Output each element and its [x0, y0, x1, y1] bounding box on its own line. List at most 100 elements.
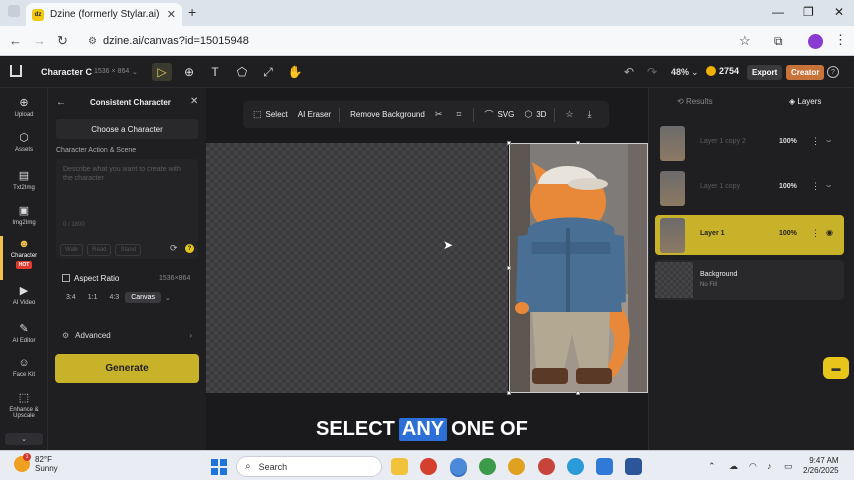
hidden-eye-icon[interactable]: ⌣ [826, 136, 831, 146]
new-tab-button[interactable]: + [188, 4, 196, 20]
more-options-icon[interactable]: ⋮ [811, 228, 820, 239]
close-window-button[interactable]: ✕ [834, 5, 844, 19]
text-tool-icon[interactable]: T [205, 63, 225, 81]
site-info-icon[interactable]: ⚙ [88, 36, 97, 47]
back-button[interactable]: ← [9, 33, 22, 48]
app-icon[interactable] [596, 458, 613, 475]
resize-handle[interactable] [507, 266, 511, 270]
rail-upload[interactable]: ⊕ Upload [0, 96, 48, 118]
help-icon[interactable]: ? [827, 66, 839, 78]
ai-eraser-tool[interactable]: AI Eraser [298, 110, 331, 119]
generate-button[interactable]: Generate [55, 354, 199, 383]
forward-button[interactable]: → [33, 33, 46, 48]
zoom-chevron-icon[interactable]: ⌄ [691, 67, 699, 78]
home-icon[interactable] [10, 65, 22, 77]
reload-button[interactable]: ↻ [57, 33, 68, 49]
battery-icon[interactable]: ▭ [784, 461, 793, 472]
windows-start-icon[interactable] [211, 459, 227, 475]
profile-avatar[interactable] [808, 34, 823, 49]
cloud-icon[interactable]: ☁ [729, 461, 738, 472]
export-button[interactable]: Export [747, 65, 783, 80]
advanced-row[interactable]: ⚙ Advanced › [56, 326, 198, 344]
help-icon[interactable]: ? [185, 244, 194, 253]
ratio-3-4[interactable]: 3:4 [60, 292, 82, 303]
extensions-icon[interactable]: ⧉ [774, 34, 783, 49]
upload-tool-icon[interactable]: ⊕ [179, 63, 199, 81]
cat-character-image[interactable] [509, 143, 648, 393]
chrome-profile-4-icon[interactable] [538, 458, 555, 475]
redo-icon[interactable]: ↷ [647, 65, 657, 79]
chat-support-icon[interactable]: ▬ [823, 357, 849, 379]
project-name[interactable]: Character C [41, 67, 92, 77]
chrome-profile-icon[interactable] [450, 458, 467, 475]
ratio-canvas[interactable]: Canvas [125, 292, 161, 303]
star-icon[interactable]: ☆ [565, 109, 577, 120]
chip-stand[interactable]: Stand [115, 244, 142, 256]
resize-handle[interactable] [576, 391, 580, 395]
ratio-4-3[interactable]: 4:3 [103, 292, 125, 303]
rail-character[interactable]: ☻ Character HOT [0, 238, 48, 269]
undo-icon[interactable]: ↶ [624, 65, 634, 79]
ratio-1-1[interactable]: 1:1 [82, 292, 104, 303]
shape-tool-icon[interactable]: ⬠ [232, 63, 252, 81]
layer-opacity[interactable]: 100% [779, 183, 797, 190]
resize-tool-icon[interactable]: ⤢ [258, 63, 278, 81]
close-icon[interactable]: ✕ [190, 96, 198, 107]
move-tool-icon[interactable]: ▷ [152, 63, 172, 81]
chrome-profile-2-icon[interactable] [479, 458, 496, 475]
rail-more-button[interactable]: ⌄ [5, 433, 43, 445]
svg-tool[interactable]: ⌒ SVG [484, 108, 514, 121]
ratio-chevron-icon[interactable]: ⌄ [165, 294, 171, 302]
chevron-down-icon[interactable]: ⌄ [132, 68, 138, 76]
3d-tool[interactable]: ⬡ 3D [524, 109, 546, 120]
file-explorer-icon[interactable] [391, 458, 408, 475]
scissors-icon[interactable]: ✂ [435, 109, 447, 120]
transparent-canvas[interactable] [206, 143, 508, 393]
telegram-icon[interactable] [567, 458, 584, 475]
chip-walk[interactable]: Walk [60, 244, 84, 256]
credits-counter[interactable]: 2754 [706, 66, 739, 76]
rail-enhance[interactable]: ⬚ Enhance & Upscale [0, 391, 48, 419]
resize-handle[interactable] [576, 141, 580, 145]
maximize-button[interactable]: ❐ [803, 5, 814, 19]
close-tab-icon[interactable]: ✕ [167, 8, 176, 21]
wifi-icon[interactable]: ◠ [749, 461, 757, 472]
layer-row[interactable]: Layer 1 copy 2 100% ⋮ ⌣ [655, 123, 844, 163]
tab-menu-icon[interactable] [8, 5, 20, 17]
back-arrow-icon[interactable]: ← [56, 97, 66, 108]
chrome-profile-3-icon[interactable] [508, 458, 525, 475]
word-icon[interactable] [625, 458, 642, 475]
choose-character-button[interactable]: Choose a Character [56, 119, 198, 139]
weather-widget[interactable]: 1 82°F Sunny [14, 453, 58, 473]
browser-menu-icon[interactable]: ⋮ [834, 32, 847, 48]
layer-opacity[interactable]: 100% [779, 138, 797, 145]
creator-button[interactable]: Creator [786, 65, 825, 80]
tab-layers[interactable]: ◈ Layers [789, 97, 821, 106]
resize-handle[interactable] [507, 391, 511, 395]
crop-icon[interactable]: ⌗ [456, 109, 465, 120]
browser-tab[interactable]: dz Dzine (formerly Stylar.ai) - The ✕ [26, 3, 182, 26]
layer-row-selected[interactable]: Layer 1 100% ⋮ ◉ [655, 215, 844, 255]
layer-row[interactable]: Layer 1 copy 100% ⋮ ⌣ [655, 168, 844, 208]
hidden-eye-icon[interactable]: ⌣ [826, 181, 831, 191]
taskbar-clock[interactable]: 9:47 AM 2/26/2025 [803, 456, 839, 476]
resize-handle[interactable] [507, 141, 511, 145]
remove-background-tool[interactable]: Remove Background [350, 110, 425, 119]
bookmark-star-icon[interactable]: ☆ [739, 33, 751, 49]
rail-txt2img[interactable]: ▤ Txt2Img [0, 169, 48, 191]
taskbar-search[interactable]: ⌕ Search [236, 456, 382, 477]
layer-opacity[interactable]: 100% [779, 230, 797, 237]
volume-icon[interactable]: ♪ [767, 461, 772, 471]
rail-img2img[interactable]: ▣ Img2Img [0, 204, 48, 226]
show-hidden-icons[interactable]: ⌃ [708, 461, 716, 472]
rail-ai-editor[interactable]: ✎ AI Editor [0, 322, 48, 344]
tab-results[interactable]: ⟲ Results [677, 97, 713, 106]
eye-icon[interactable]: ◉ [826, 228, 833, 237]
url-field[interactable]: ⚙ dzine.ai/canvas?id=15015948 [80, 30, 760, 52]
minimize-button[interactable]: — [772, 5, 784, 19]
refresh-icon[interactable]: ⟳ [170, 243, 178, 254]
hand-tool-icon[interactable]: ✋ [285, 63, 305, 81]
rail-assets[interactable]: ⬡ Assets [0, 131, 48, 153]
background-layer[interactable]: Background No Fill [655, 260, 844, 300]
download-icon[interactable]: ⤓ [588, 109, 596, 120]
